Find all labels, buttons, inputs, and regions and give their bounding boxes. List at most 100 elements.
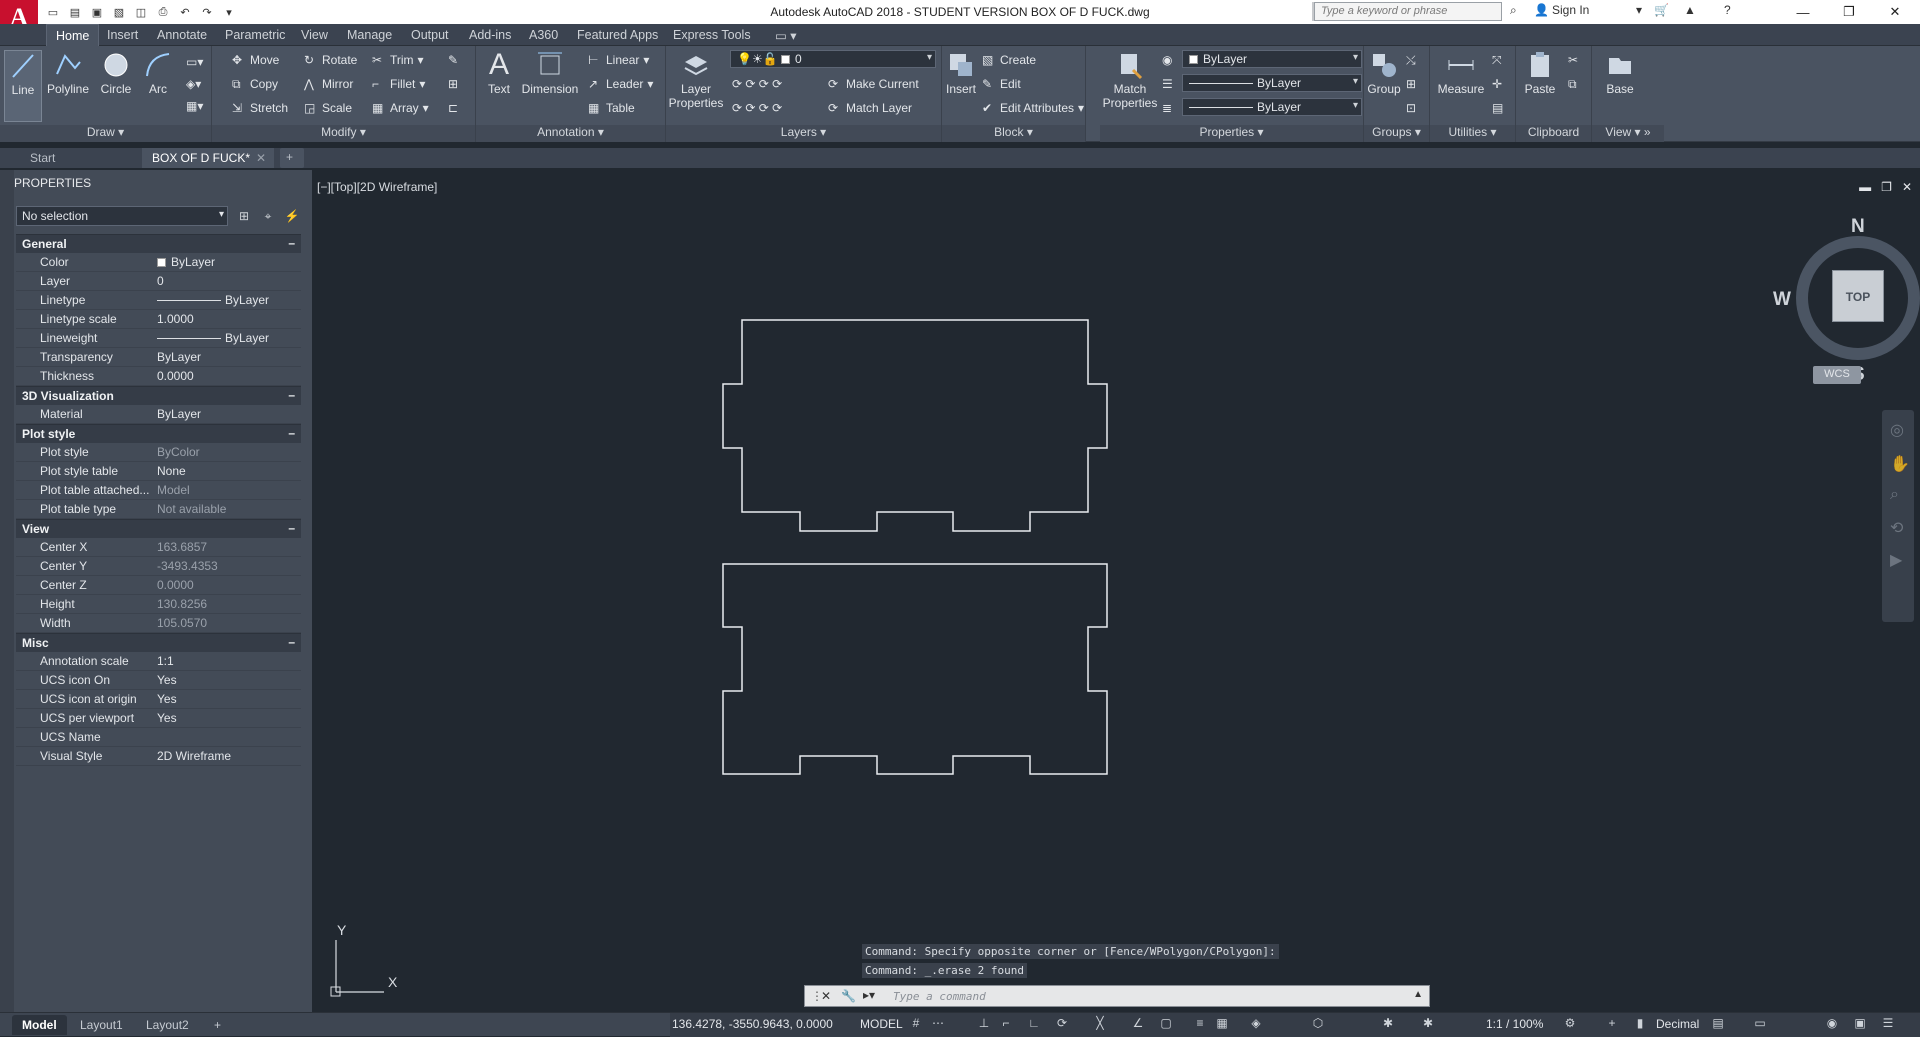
layers-panel-title[interactable]: Layers ▾ [666,125,941,142]
plus-icon[interactable]: + [1604,1016,1620,1032]
tab-parametric[interactable]: Parametric [216,24,294,46]
tab-document[interactable]: BOX OF D FUCK* ✕ [142,148,274,168]
autodesk-exchange-icon[interactable]: ▲ [1684,3,1696,17]
model-space-button[interactable]: MODEL [860,1017,903,1031]
drawing-viewport[interactable]: [−][Top][2D Wireframe] ▬ ❐ ✕ Y X TOP N S… [312,170,1920,1012]
prop-row[interactable]: Center Y -3493.4353 [16,557,301,576]
stretch-button[interactable]: ⇲ Stretch [232,98,288,118]
prop-row[interactable]: Width 105.0570 [16,614,301,633]
draw-more-icon[interactable]: ▦▾ [186,96,203,116]
prop-row[interactable]: Center X 163.6857 [16,538,301,557]
clipboard-panel-title[interactable]: Clipboard [1516,125,1591,142]
object-snap-icon[interactable]: ▢ [1158,1016,1174,1032]
text-button[interactable]: A Text [482,50,516,97]
hardware-acceleration-icon[interactable]: ◉ [1824,1016,1840,1032]
ungroup-icon[interactable]: ⤯ [1406,50,1416,70]
coordinate-readout[interactable]: 136.4278, -3550.9643, 0.0000 [672,1017,833,1031]
arc-button[interactable]: Arc [140,50,176,96]
prop-row[interactable]: Height 130.8256 [16,595,301,614]
rectangle-icon[interactable]: ▭▾ [186,52,203,72]
prop-row[interactable]: UCS icon at origin Yes [16,690,301,709]
tab-layout2[interactable]: Layout2 [136,1015,199,1035]
quick-properties-icon[interactable]: ▤ [1710,1016,1726,1032]
edit-block-button[interactable]: ✎ Edit [982,74,1021,94]
selection-cycling-icon[interactable]: ◈ [1248,1016,1264,1032]
customization-icon[interactable]: ☰ [1880,1016,1896,1032]
hatch-icon[interactable]: ◈▾ [186,74,201,94]
array-button[interactable]: ▦ Array ▾ [372,98,429,118]
tab-add-ins[interactable]: Add-ins [460,24,520,46]
compass-west[interactable]: W [1773,289,1791,311]
draw-panel-title[interactable]: Draw ▾ [0,125,211,142]
section-general[interactable]: General – [16,234,301,253]
graphics-performance-icon[interactable]: ▭ [1752,1016,1768,1032]
group-button[interactable]: Group [1366,50,1402,96]
showmotion-icon[interactable]: ▶ [1890,550,1902,570]
recent-commands-icon[interactable]: ▸▾ [863,988,875,1002]
customize-icon[interactable]: 🔧 [841,989,856,1003]
color-dropdown[interactable]: ByLayer [1182,50,1362,68]
linetype-dropdown[interactable]: ByLayer [1182,74,1362,92]
prop-row[interactable]: Linetype scale 1.0000 [16,310,301,329]
new-tab-button[interactable]: + [280,148,304,168]
tab-home[interactable]: Home [46,24,100,46]
palette-side-bar[interactable] [0,170,14,1012]
layer-tools-row1[interactable]: ⟳ ⟳ ⟳ ⟳ [732,74,782,94]
rotate-button[interactable]: ↻ Rotate [304,50,357,70]
section-misc[interactable]: Misc – [16,633,301,652]
prop-row[interactable]: Material ByLayer [16,405,301,424]
tab-view[interactable]: View [292,24,337,46]
compass-north[interactable]: N [1851,216,1865,238]
prop-row[interactable]: Lineweight ByLayer [16,329,301,348]
gizmo-icon[interactable]: ⬡ [1310,1016,1326,1032]
snap-icon[interactable]: ⋯ [930,1016,946,1032]
section-view[interactable]: View – [16,519,301,538]
cut-icon[interactable]: ✂ [1568,50,1578,70]
tab-express-tools[interactable]: Express Tools [664,24,760,46]
annotation-scale[interactable]: 1:1 / 100% [1486,1017,1543,1031]
annotation-panel-title[interactable]: Annotation ▾ [476,125,665,142]
line-button[interactable]: Line [4,50,42,122]
edit-attributes-button[interactable]: ✔ Edit Attributes ▾ [982,98,1084,118]
base-button[interactable]: Base [1600,50,1640,96]
isolate-icon[interactable]: ▮ [1632,1016,1648,1032]
tab-a360[interactable]: A360 [520,24,567,46]
tab-start[interactable]: Start [20,148,140,168]
group-selection-icon[interactable]: ⊡ [1406,98,1416,118]
units-dropdown[interactable]: Decimal [1656,1017,1699,1031]
prop-row[interactable]: Center Z 0.0000 [16,576,301,595]
object-snap-tracking-icon[interactable]: ∠ [1130,1016,1146,1032]
mirror-button[interactable]: ⋀ Mirror [304,74,353,94]
match-properties-button[interactable]: Match Properties [1100,50,1160,110]
tab-featured-apps[interactable]: Featured Apps [568,24,667,46]
linear-dim-button[interactable]: ⊢ Linear ▾ [588,50,649,70]
infer-constraints-icon[interactable]: ⊥ [976,1016,992,1032]
steering-wheel-icon[interactable]: ◎ [1890,420,1904,440]
point-icon[interactable]: ✛ [1492,74,1502,94]
dimension-button[interactable]: Dimension [520,50,580,96]
calculator-icon[interactable]: ▤ [1492,98,1503,118]
offset-icon[interactable]: ⊏ [448,98,458,118]
annotation-visibility-icon[interactable]: ✱ [1380,1016,1396,1032]
quick-select-palette-icon[interactable]: ⚡ [284,208,300,224]
insert-button[interactable]: Insert [942,50,980,96]
table-button[interactable]: ▦ Table [588,98,635,118]
isodraft-icon[interactable]: ╳ [1092,1016,1108,1032]
layer-tools-row2[interactable]: ⟳ ⟳ ⟳ ⟳ [732,98,782,118]
prop-row[interactable]: Annotation scale 1:1 [16,652,301,671]
erase-icon[interactable]: ✎ [448,50,458,70]
minimize-button[interactable]: — [1780,0,1826,24]
fillet-button[interactable]: ⌐ Fillet ▾ [372,74,425,94]
copy-button[interactable]: ⧉ Copy [232,74,278,94]
lineweight-dropdown[interactable]: ByLayer [1182,98,1362,116]
close-button[interactable]: ✕ [1872,0,1918,24]
prop-row[interactable]: Plot style ByColor [16,443,301,462]
prop-row[interactable]: Plot table attached... Model [16,481,301,500]
prop-row[interactable]: Thickness 0.0000 [16,367,301,386]
measure-button[interactable]: Measure [1434,50,1488,96]
view-panel-title[interactable]: View ▾ » [1592,125,1664,142]
tab-layout1[interactable]: Layout1 [70,1015,133,1035]
auto-scale-icon[interactable]: ✱ [1420,1016,1436,1032]
command-close-icon[interactable]: ✕ [821,989,831,1003]
modify-panel-title[interactable]: Modify ▾ [212,125,475,142]
